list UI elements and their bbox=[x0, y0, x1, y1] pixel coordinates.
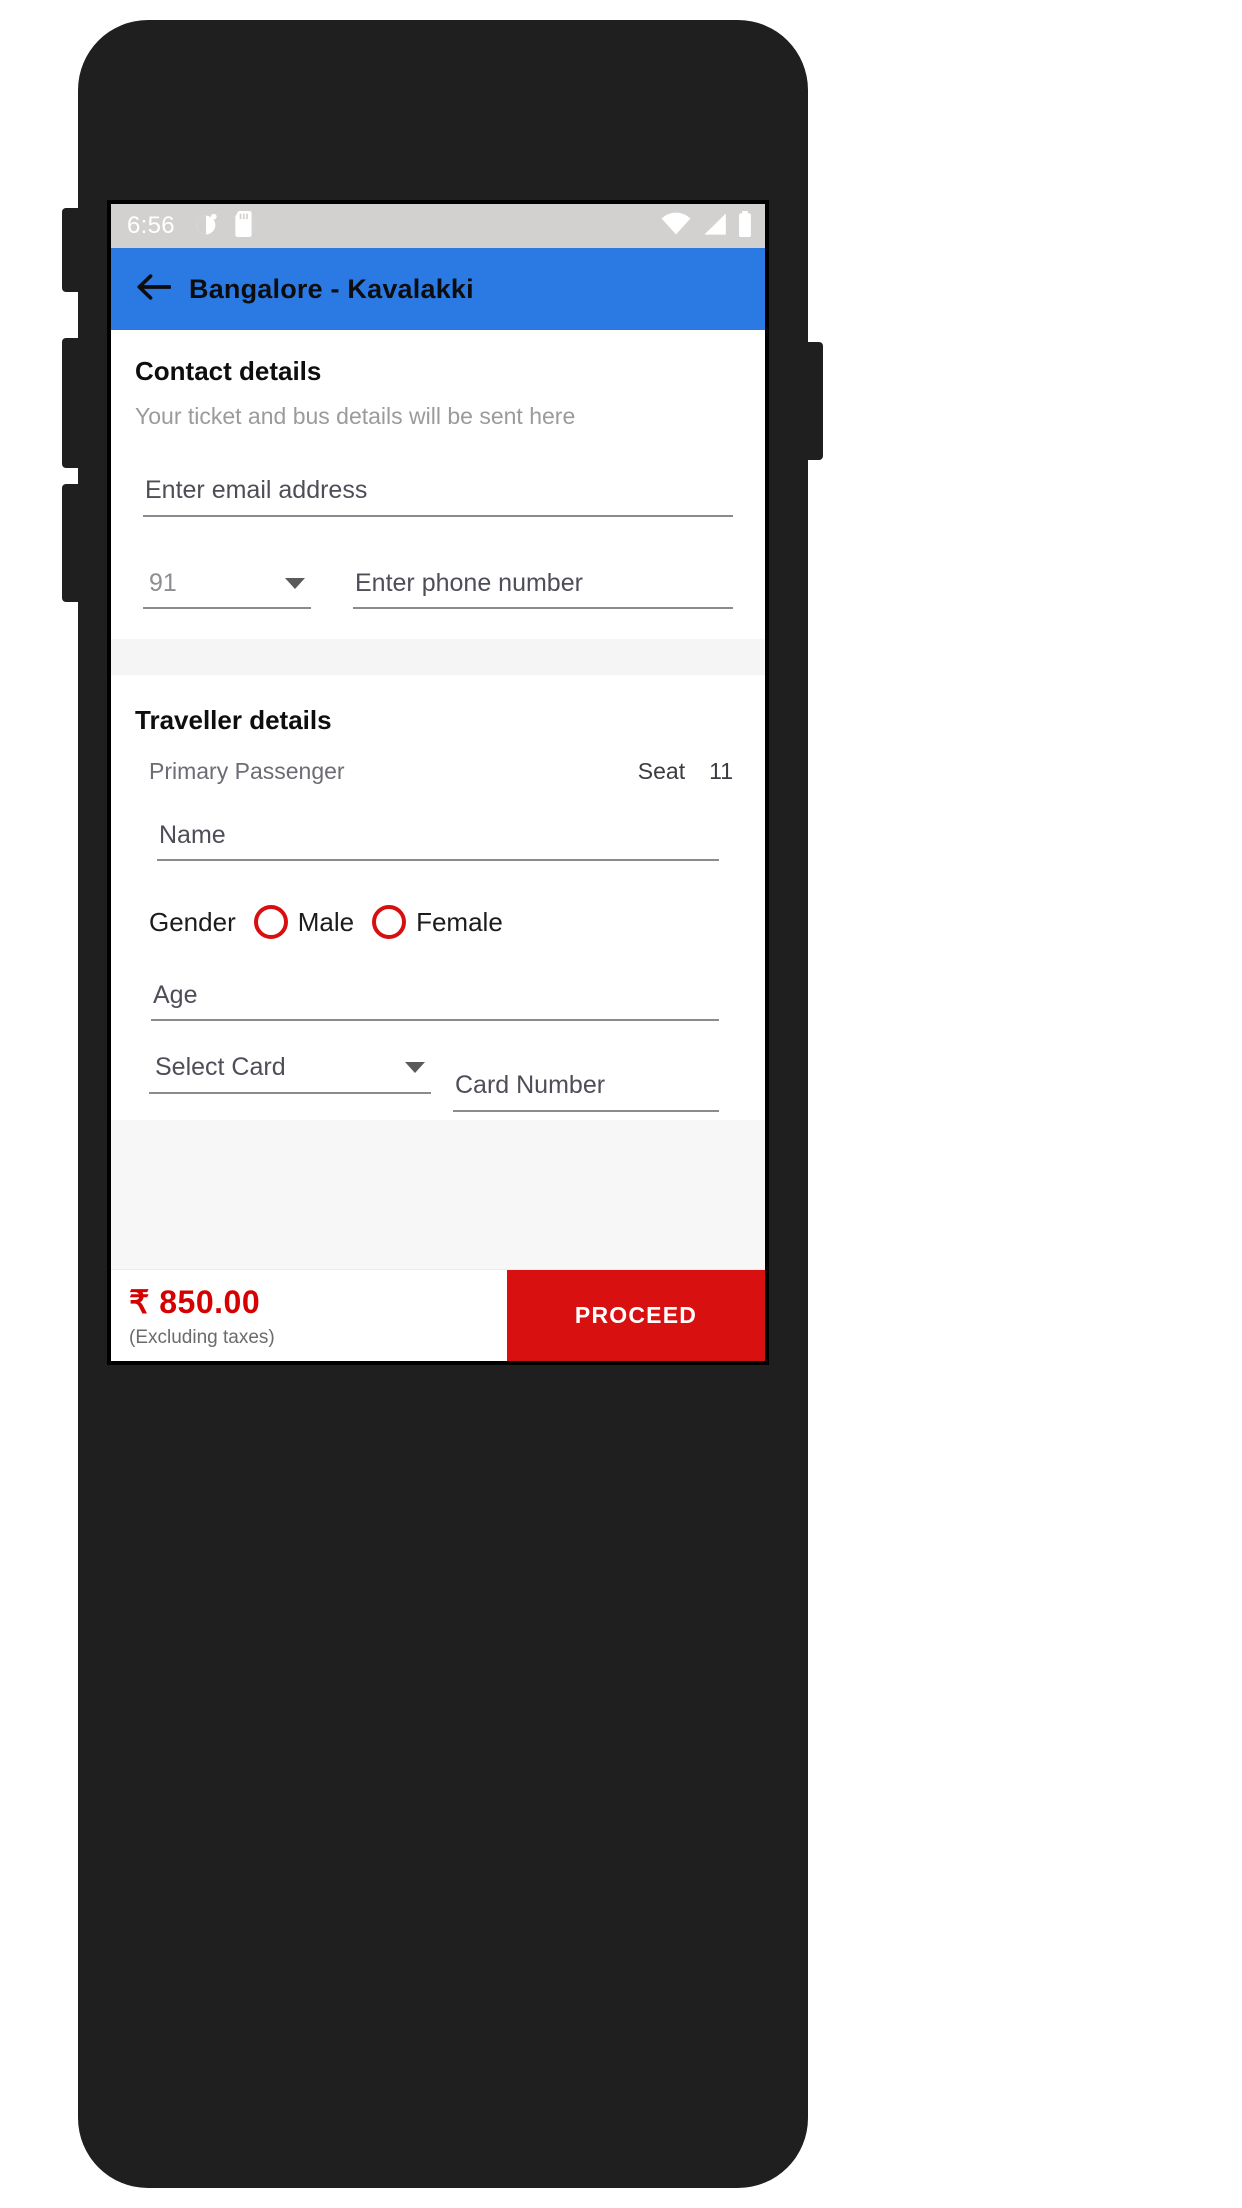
status-bar-right-icons bbox=[661, 210, 753, 242]
price-bar: ₹ 850.00 (Excluding taxes) PROCEED bbox=[111, 1269, 765, 1361]
card-number-wrap: Card Number bbox=[453, 1071, 719, 1112]
phone-side-button-left-3[interactable] bbox=[62, 484, 82, 602]
total-price: ₹ 850.00 bbox=[129, 1283, 261, 1320]
chevron-down-icon bbox=[405, 1062, 425, 1073]
seat-label: Seat bbox=[637, 758, 686, 784]
select-card-value: Select Card bbox=[155, 1053, 286, 1081]
gender-radio-female[interactable] bbox=[372, 905, 407, 939]
card-number-placeholder: Card Number bbox=[455, 1071, 606, 1099]
phone-field-placeholder: Enter phone number bbox=[355, 569, 583, 597]
email-field[interactable]: Enter email address bbox=[143, 476, 733, 517]
phone-row: 91 Enter phone number bbox=[135, 569, 741, 639]
status-bar-clock: 6:56 bbox=[127, 212, 175, 239]
seat-number: 11 bbox=[709, 758, 733, 784]
price-summary: ₹ 850.00 (Excluding taxes) bbox=[111, 1270, 507, 1361]
name-field-placeholder: Name bbox=[159, 821, 226, 849]
name-field[interactable]: Name bbox=[157, 821, 719, 861]
select-card-dropdown[interactable]: Select Card bbox=[149, 1053, 431, 1094]
contact-details-card: Contact details Your ticket and bus deta… bbox=[111, 330, 765, 639]
name-row: Name bbox=[135, 821, 741, 861]
age-row: Age bbox=[135, 981, 741, 1021]
card-row: Select Card Card Number bbox=[135, 1053, 741, 1120]
email-row: Enter email address bbox=[135, 476, 741, 517]
status-bar: 6:56 bbox=[111, 204, 765, 248]
contact-details-heading: Contact details bbox=[135, 356, 322, 386]
app-bar: Bangalore - Kavalakki bbox=[111, 248, 765, 330]
gender-row: Gender Male Female bbox=[135, 905, 741, 939]
screen-content: 6:56 Bangalore - Kavalakki Contact detai… bbox=[111, 204, 765, 1361]
seat-info: Seat 11 bbox=[638, 758, 733, 785]
gender-option-female-label[interactable]: Female bbox=[416, 907, 503, 938]
price-tax-note: (Excluding taxes) bbox=[129, 1326, 275, 1348]
age-field[interactable]: Age bbox=[151, 981, 719, 1021]
age-field-placeholder: Age bbox=[153, 981, 198, 1009]
phone-side-button-left-2[interactable] bbox=[62, 338, 82, 468]
main-content: Contact details Your ticket and bus deta… bbox=[111, 330, 765, 1361]
page-title: Bangalore - Kavalakki bbox=[189, 273, 474, 304]
content-filler bbox=[111, 1120, 765, 1269]
country-code-select[interactable]: 91 bbox=[143, 569, 311, 609]
contact-details-subtitle: Your ticket and bus details will be sent… bbox=[135, 403, 576, 429]
status-bar-left-icons bbox=[193, 210, 255, 242]
phone-screen: 6:56 Bangalore - Kavalakki Contact detai… bbox=[107, 200, 769, 1365]
sd-card-icon bbox=[233, 210, 255, 242]
primary-passenger-label: Primary Passenger bbox=[149, 758, 345, 784]
back-arrow-icon[interactable] bbox=[137, 272, 172, 307]
gender-label: Gender bbox=[149, 906, 236, 937]
email-field-placeholder: Enter email address bbox=[145, 476, 368, 504]
phone-number-field[interactable]: Enter phone number bbox=[353, 569, 733, 609]
alarm-icon bbox=[193, 211, 219, 242]
chevron-down-icon bbox=[285, 578, 305, 589]
traveller-details-heading: Traveller details bbox=[135, 705, 332, 735]
battery-icon bbox=[737, 210, 753, 242]
traveller-details-card: Traveller details Primary Passenger Seat… bbox=[111, 675, 765, 1120]
wifi-icon bbox=[661, 212, 691, 241]
country-code-value: 91 bbox=[149, 569, 177, 597]
phone-side-button-left-1[interactable] bbox=[62, 208, 82, 292]
gender-radio-male[interactable] bbox=[253, 905, 288, 939]
screenshot-root: 6:56 Bangalore - Kavalakki Contact detai… bbox=[0, 0, 1242, 2208]
card-number-field[interactable]: Card Number bbox=[453, 1071, 719, 1112]
phone-side-button-right-1[interactable] bbox=[803, 342, 823, 460]
section-divider bbox=[111, 639, 765, 675]
cellular-signal-icon bbox=[701, 212, 727, 241]
gender-option-male-label[interactable]: Male bbox=[298, 907, 354, 938]
passenger-header-row: Primary Passenger Seat 11 bbox=[135, 758, 741, 785]
proceed-button[interactable]: PROCEED bbox=[507, 1270, 765, 1361]
phone-field-wrap: Enter phone number bbox=[353, 569, 733, 609]
